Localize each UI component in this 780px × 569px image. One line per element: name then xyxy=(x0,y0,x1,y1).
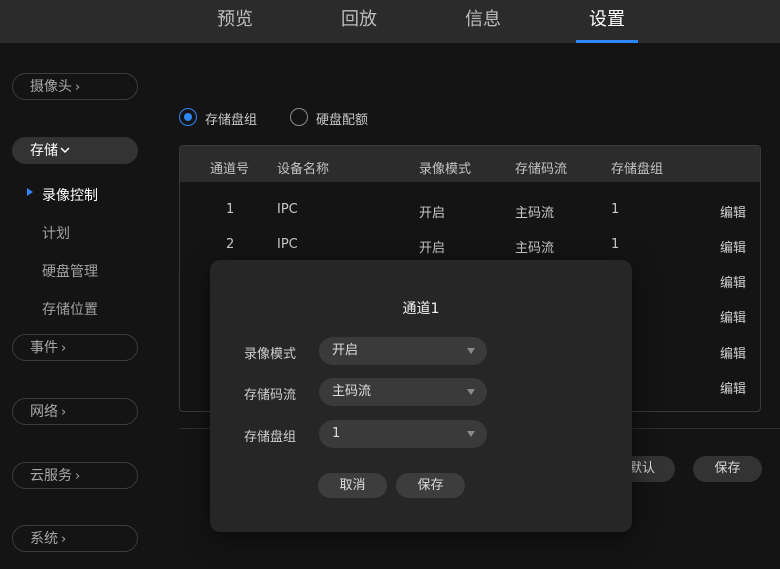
chevron-right-icon: › xyxy=(75,80,81,95)
chevron-right-icon: › xyxy=(61,532,67,547)
field-label-stream: 存储码流 xyxy=(244,388,297,403)
chevron-down-icon xyxy=(60,147,70,154)
tab-settings[interactable]: 设置 xyxy=(576,0,638,43)
sidebar-item-label: 系统 xyxy=(30,531,58,547)
edit-link[interactable]: 编辑 xyxy=(720,307,746,326)
sidebar-subitem-record-control[interactable]: 录像控制 xyxy=(42,185,98,205)
selected-indicator-icon xyxy=(27,188,33,196)
table-cell-mode: 开启 xyxy=(419,206,446,221)
dialog-save-button[interactable]: 保存 xyxy=(396,473,465,498)
field-label-record-mode: 录像模式 xyxy=(244,347,297,362)
column-header-channel: 通道号 xyxy=(210,162,250,177)
column-header-stream: 存储码流 xyxy=(515,162,568,177)
edit-link[interactable]: 编辑 xyxy=(720,237,746,256)
radio-disk-quota[interactable] xyxy=(290,108,308,126)
save-button[interactable]: 保存 xyxy=(693,456,762,482)
edit-link[interactable]: 编辑 xyxy=(720,272,746,291)
table-cell-group: 1 xyxy=(611,202,620,217)
dropdown-arrow-icon xyxy=(467,431,475,437)
sidebar-item-system[interactable]: 系统 › xyxy=(12,525,138,552)
tab-preview[interactable]: 预览 xyxy=(204,0,266,43)
dialog-title: 通道1 xyxy=(402,301,440,317)
table-cell-stream: 主码流 xyxy=(515,206,555,221)
radio-label-disk-quota: 硬盘配额 xyxy=(316,113,369,128)
sidebar-item-label: 网络 xyxy=(30,404,58,420)
table-cell-name: IPC xyxy=(277,202,298,217)
select-value: 主码流 xyxy=(332,384,372,399)
sidebar-subitem-schedule[interactable]: 计划 xyxy=(42,223,70,243)
stream-select[interactable]: 主码流 xyxy=(319,378,487,406)
chevron-right-icon: › xyxy=(61,405,67,420)
column-header-record-mode: 录像模式 xyxy=(419,162,472,177)
sidebar-item-label: 存储 xyxy=(30,143,58,159)
sidebar-item-label: 云服务 xyxy=(30,468,72,484)
sidebar-subitem-disk-management[interactable]: 硬盘管理 xyxy=(42,261,98,281)
edit-link[interactable]: 编辑 xyxy=(720,202,746,221)
table-cell-stream: 主码流 xyxy=(515,241,555,256)
edit-link[interactable]: 编辑 xyxy=(720,343,746,362)
radio-storage-group[interactable] xyxy=(179,108,197,126)
tab-info[interactable]: 信息 xyxy=(452,0,514,43)
dropdown-arrow-icon xyxy=(467,389,475,395)
select-value: 1 xyxy=(332,426,341,441)
sidebar-item-label: 事件 xyxy=(30,340,58,356)
column-header-device-name: 设备名称 xyxy=(277,162,330,177)
table-cell-name: IPC xyxy=(277,237,298,252)
radio-label-storage-group: 存储盘组 xyxy=(205,113,258,128)
sidebar-item-label: 摄像头 xyxy=(30,79,72,95)
sidebar-item-camera[interactable]: 摄像头 › xyxy=(12,73,138,100)
table-cell-mode: 开启 xyxy=(419,241,446,256)
record-mode-select[interactable]: 开启 xyxy=(319,337,487,365)
column-header-disk-group: 存储盘组 xyxy=(611,162,664,177)
sidebar-item-cloud[interactable]: 云服务 › xyxy=(12,462,138,489)
sidebar-subitem-storage-location[interactable]: 存储位置 xyxy=(42,299,98,319)
tab-playback[interactable]: 回放 xyxy=(328,0,390,43)
chevron-right-icon: › xyxy=(75,469,81,484)
disk-group-select[interactable]: 1 xyxy=(319,420,487,448)
table-cell-group: 1 xyxy=(611,237,620,252)
cancel-button[interactable]: 取消 xyxy=(318,473,387,498)
field-label-disk-group: 存储盘组 xyxy=(244,430,297,445)
dropdown-arrow-icon xyxy=(467,348,475,354)
edit-link[interactable]: 编辑 xyxy=(720,378,746,397)
channel-edit-dialog: 通道1 录像模式 开启 存储码流 主码流 存储盘组 1 取消 保存 xyxy=(210,260,632,532)
top-nav-bar: 预览 回放 信息 设置 xyxy=(0,0,780,43)
table-header: 通道号 设备名称 录像模式 存储码流 存储盘组 xyxy=(180,146,760,182)
table-cell-channel: 1 xyxy=(226,202,235,217)
chevron-right-icon: › xyxy=(61,341,67,356)
sidebar-item-event[interactable]: 事件 › xyxy=(12,334,138,361)
select-value: 开启 xyxy=(332,343,359,358)
sidebar-item-network[interactable]: 网络 › xyxy=(12,398,138,425)
table-cell-channel: 2 xyxy=(226,237,235,252)
sidebar-item-storage[interactable]: 存储 xyxy=(12,137,138,164)
